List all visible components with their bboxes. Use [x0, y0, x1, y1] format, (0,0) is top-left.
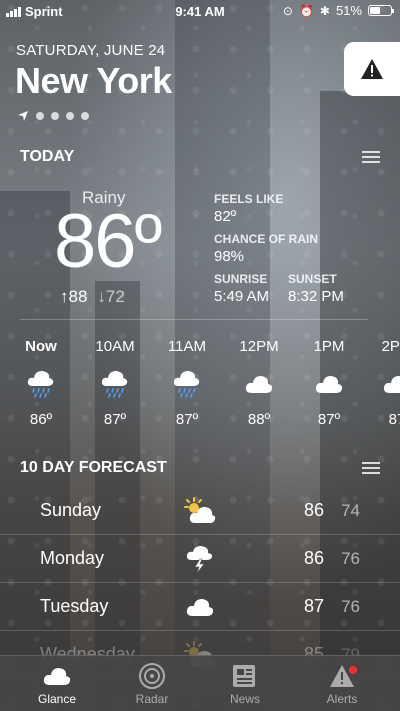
- location-page-indicator[interactable]: [17, 110, 89, 122]
- low-arrow-icon: ↓: [97, 287, 106, 306]
- high-arrow-icon: ↑: [60, 287, 69, 306]
- high-low: ↑88 ↓72: [60, 287, 125, 307]
- day-name: Sunday: [40, 500, 102, 520]
- rain-cloud-icon: [14, 366, 68, 402]
- day-name: Tuesday: [40, 596, 109, 616]
- cloud-icon: [17, 662, 97, 690]
- location-arrow-icon: [18, 111, 28, 121]
- day-high: 86: [303, 500, 324, 520]
- day-low: 76: [341, 549, 360, 568]
- hour-label: 11AM: [167, 338, 207, 355]
- rotation-lock-icon: ⊙: [282, 3, 293, 18]
- page-dot[interactable]: [66, 112, 74, 120]
- tab-label: Alerts: [326, 692, 358, 706]
- tab-bar: Glance Radar News Alerts: [0, 655, 400, 711]
- high-temp: 88: [68, 287, 88, 306]
- cloud-icon: [182, 591, 218, 623]
- page-dot[interactable]: [51, 112, 59, 120]
- feels-like: FEELS LIKE 82º: [214, 192, 284, 225]
- forecast-title: 10 DAY FORECAST: [20, 459, 167, 476]
- alert-badge: [349, 666, 357, 674]
- battery-percent: 51%: [335, 3, 362, 18]
- tab-radar[interactable]: Radar: [112, 662, 192, 706]
- rain-cloud-icon: [160, 366, 214, 402]
- hour-temp: 88º: [247, 411, 271, 428]
- hour-label: 12PM: [239, 338, 279, 355]
- forecast-menu-icon[interactable]: [362, 462, 380, 474]
- hour-temp: 87º: [175, 411, 199, 428]
- tab-alerts[interactable]: Alerts: [302, 662, 382, 706]
- rain-cloud-icon: [88, 366, 142, 402]
- status-bar: Sprint 9:41 AM ⊙ ⏰ ✱ 51%: [0, 0, 400, 22]
- forecast-day-row[interactable]: Tuesday 87 76: [0, 583, 400, 631]
- partly-sunny-icon: [182, 495, 218, 527]
- low-temp: 72: [105, 287, 125, 306]
- hour-temp: 87º: [317, 411, 341, 428]
- forecast-day-row[interactable]: Sunday 86 74: [0, 487, 400, 535]
- tab-label: Glance: [37, 692, 77, 706]
- hour-label: Now: [25, 338, 57, 355]
- day-high: 87: [303, 596, 324, 616]
- newspaper-icon: [205, 662, 285, 690]
- cloud-icon: [302, 366, 356, 402]
- hour-temp: 87º: [103, 411, 127, 428]
- hourly-item: Now 86º: [14, 338, 68, 428]
- hour-label: 2PM: [381, 338, 400, 355]
- hour-temp: 87: [388, 411, 400, 428]
- hour-temp: 86º: [29, 411, 53, 428]
- hourly-item: 12PM 88º: [232, 338, 286, 428]
- weather-alert-button[interactable]: [344, 42, 400, 96]
- forecast-day-row[interactable]: Monday 86 76: [0, 535, 400, 583]
- today-menu-icon[interactable]: [362, 151, 380, 163]
- day-low: 76: [341, 597, 360, 616]
- hourly-item: 2PM 87: [370, 338, 400, 428]
- hour-label: 10AM: [95, 338, 135, 355]
- bluetooth-icon: ✱: [319, 3, 330, 18]
- current-temperature: 86º: [54, 199, 162, 284]
- sunrise: SUNRISE 5:49 AM: [214, 272, 270, 305]
- page-dot[interactable]: [36, 112, 44, 120]
- hourly-item: 1PM 87º: [302, 338, 356, 428]
- thunderstorm-icon: [182, 543, 218, 575]
- tab-glance[interactable]: Glance: [17, 662, 97, 706]
- cloud-icon: [232, 366, 286, 402]
- alert-icon: [302, 662, 382, 690]
- warning-icon: [361, 59, 383, 79]
- chance-of-rain: CHANCE OF RAIN 98%: [214, 232, 318, 265]
- radar-icon: [112, 662, 192, 690]
- day-low: 74: [341, 501, 360, 520]
- current-date: SATURDAY, JUNE 24: [16, 42, 166, 59]
- tab-label: Radar: [135, 692, 169, 706]
- day-high: 86: [303, 548, 324, 568]
- day-name: Monday: [40, 548, 105, 568]
- hour-label: 1PM: [313, 338, 345, 355]
- divider: [20, 319, 368, 320]
- hourly-forecast[interactable]: Now 86º 10AM 87º 11AM 87º 12PM 88º 1PM 87º 2PM 87: [0, 338, 400, 438]
- hourly-item: 10AM 87º: [88, 338, 142, 428]
- cloud-icon: [370, 366, 400, 402]
- today-title: TODAY: [20, 148, 75, 165]
- battery-icon: [368, 5, 394, 16]
- sunset: SUNSET 8:32 PM: [288, 272, 344, 305]
- alarm-icon: ⏰: [298, 3, 314, 18]
- tab-label: News: [229, 692, 260, 706]
- city-name: New York: [15, 60, 172, 101]
- tab-news[interactable]: News: [205, 662, 285, 706]
- hourly-item: 11AM 87º: [160, 338, 214, 428]
- page-dot[interactable]: [81, 112, 89, 120]
